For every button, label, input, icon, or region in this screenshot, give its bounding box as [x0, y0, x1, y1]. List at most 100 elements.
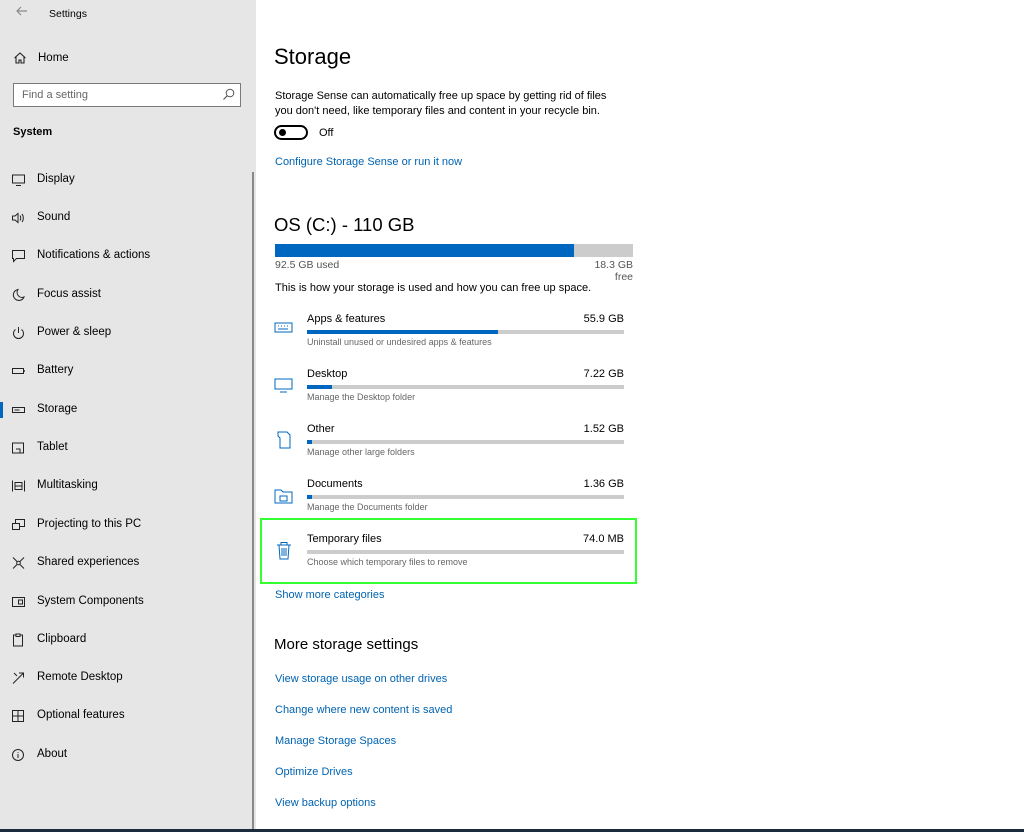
- category-description: Manage other large folders: [307, 447, 415, 457]
- sidebar-item-label: Remote Desktop: [37, 671, 123, 683]
- sidebar-item-label: Multitasking: [37, 479, 98, 491]
- sidebar-scrollbar[interactable]: [252, 172, 254, 832]
- sidebar-item-label: Clipboard: [37, 633, 87, 645]
- sidebar-home[interactable]: Home: [0, 48, 256, 70]
- sidebar-item-multitasking[interactable]: Multitasking: [0, 471, 252, 501]
- battery-icon: [11, 364, 26, 378]
- toggle-knob: [279, 129, 286, 136]
- sidebar-item-label: Sound: [37, 211, 71, 223]
- storage-icon: [11, 403, 26, 417]
- category-name: Documents: [307, 478, 363, 490]
- category-name: Desktop: [307, 368, 348, 380]
- more-storage-settings-heading: More storage settings: [274, 636, 419, 653]
- other-icon: [274, 429, 294, 451]
- category-bar-fill: [307, 440, 313, 444]
- sidebar-item-tablet[interactable]: Tablet: [0, 433, 252, 463]
- home-label: Home: [38, 52, 69, 64]
- multitasking-icon: [11, 479, 26, 493]
- sidebar-item-remote-desktop[interactable]: Remote Desktop: [0, 663, 252, 693]
- drive-used-label: 92.5 GB used: [275, 259, 340, 271]
- sidebar-item-focus-assist[interactable]: Focus assist: [0, 280, 252, 310]
- sidebar-item-label: System Components: [37, 595, 144, 607]
- back-arrow-icon[interactable]: [12, 4, 32, 24]
- category-name: Other: [307, 423, 335, 435]
- sidebar-item-battery[interactable]: Battery: [0, 356, 252, 386]
- documents-icon: [274, 484, 294, 506]
- category-description: Uninstall unused or undesired apps & fea…: [307, 337, 492, 347]
- category-bar-fill: [307, 330, 499, 334]
- storage-sense-description: Storage Sense can automatically free up …: [275, 90, 607, 117]
- page-title: Storage: [274, 44, 352, 69]
- app-title: Settings: [49, 8, 87, 20]
- drive-usage-fill: [275, 244, 574, 257]
- category-bar: [307, 495, 624, 499]
- clipboard-icon: [11, 633, 26, 647]
- highlight-box: [260, 518, 637, 584]
- remote-icon: [11, 671, 26, 685]
- sidebar-item-power-sleep[interactable]: Power & sleep: [0, 318, 252, 348]
- category-bar-fill: [307, 385, 332, 389]
- category-apps-features[interactable]: Apps & features 55.9 GB Uninstall unused…: [274, 313, 626, 359]
- sidebar-item-shared-experiences[interactable]: Shared experiences: [0, 548, 252, 578]
- sidebar-item-storage[interactable]: Storage: [0, 395, 252, 425]
- sidebar-item-label: About: [37, 748, 68, 760]
- category-description: Manage the Desktop folder: [307, 392, 416, 402]
- sidebar-item-optional-features[interactable]: Optional features: [0, 701, 252, 731]
- sidebar-item-label: Tablet: [37, 441, 68, 453]
- sidebar-item-clipboard[interactable]: Clipboard: [0, 625, 252, 655]
- category-size: 1.36 GB: [583, 478, 624, 490]
- sidebar-item-about[interactable]: About: [0, 740, 252, 770]
- features-icon: [11, 709, 26, 723]
- sidebar-item-label: Storage: [37, 403, 78, 415]
- configure-storage-sense-link[interactable]: Configure Storage Sense or run it now: [275, 156, 462, 168]
- search-input[interactable]: [14, 84, 222, 106]
- category-other[interactable]: Other 1.52 GB Manage other large folders: [274, 423, 626, 469]
- sidebar-item-label: Display: [37, 173, 75, 185]
- drive-free-label: 18.3 GB free: [594, 259, 633, 283]
- sidebar-item-label: Battery: [37, 364, 74, 376]
- sidebar-item-sound[interactable]: Sound: [0, 203, 252, 233]
- sidebar-item-label: Projecting to this PC: [37, 518, 142, 530]
- manage-storage-spaces-link[interactable]: Manage Storage Spaces: [275, 735, 396, 747]
- change-save-location-link[interactable]: Change where new content is saved: [275, 704, 452, 716]
- sidebar-item-system-components[interactable]: System Components: [0, 587, 252, 617]
- speaker-icon: [11, 211, 26, 225]
- sidebar-item-label: Optional features: [37, 709, 125, 721]
- sidebar-item-label: Notifications & actions: [37, 249, 151, 261]
- power-icon: [11, 326, 26, 340]
- storage-sense-toggle[interactable]: [274, 125, 308, 140]
- search-box[interactable]: [13, 83, 241, 107]
- main-content: Storage Storage Sense can automatically …: [256, 0, 1024, 832]
- category-name: Apps & features: [307, 313, 386, 325]
- category-bar: [307, 440, 624, 444]
- category-size: 7.22 GB: [583, 368, 624, 380]
- sidebar-item-projecting[interactable]: Projecting to this PC: [0, 510, 252, 540]
- view-other-drives-link[interactable]: View storage usage on other drives: [275, 673, 447, 685]
- optimize-drives-link[interactable]: Optimize Drives: [275, 766, 353, 778]
- sidebar-item-label: Focus assist: [37, 288, 101, 300]
- tablet-icon: [11, 441, 26, 455]
- show-more-categories-link[interactable]: Show more categories: [275, 589, 384, 601]
- apps-icon: [274, 319, 294, 341]
- drive-title: OS (C:) - 110 GB: [274, 214, 415, 235]
- components-icon: [11, 595, 26, 609]
- section-heading: System: [13, 126, 53, 138]
- toggle-state-label: Off: [319, 127, 334, 139]
- home-icon: [13, 51, 27, 65]
- sidebar-item-label: Power & sleep: [37, 326, 112, 338]
- monitor-icon: [11, 173, 26, 187]
- notification-icon: [11, 249, 26, 263]
- sidebar-item-notifications[interactable]: Notifications & actions: [0, 241, 252, 271]
- category-bar: [307, 330, 624, 334]
- category-bar-fill: [307, 495, 312, 499]
- category-desktop[interactable]: Desktop 7.22 GB Manage the Desktop folde…: [274, 368, 626, 414]
- category-size: 55.9 GB: [583, 313, 624, 325]
- view-backup-options-link[interactable]: View backup options: [275, 797, 376, 809]
- usage-description: This is how your storage is used and how…: [275, 282, 592, 294]
- sidebar-item-display[interactable]: Display: [0, 165, 252, 195]
- search-icon[interactable]: [222, 88, 235, 101]
- drive-usage-bar: [275, 244, 633, 257]
- desktop-icon: [274, 374, 294, 396]
- category-size: 1.52 GB: [583, 423, 624, 435]
- info-icon: [11, 748, 26, 762]
